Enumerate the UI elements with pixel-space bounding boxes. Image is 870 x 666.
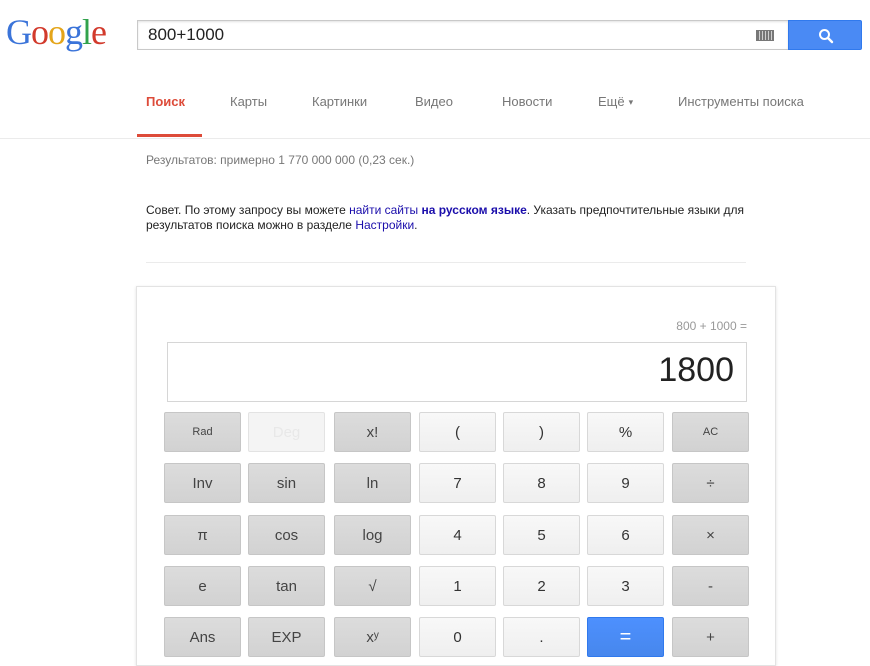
add-key[interactable]: + [672, 617, 749, 657]
digit-4-key[interactable]: 4 [419, 515, 496, 555]
find-russian-sites-link[interactable]: найти сайты на русском языке [349, 203, 527, 217]
active-tab-indicator [137, 134, 202, 137]
clear-key[interactable]: AC [672, 412, 749, 452]
ans-key[interactable]: Ans [164, 617, 241, 657]
log-key[interactable]: log [334, 515, 411, 555]
settings-link[interactable]: Настройки [355, 218, 414, 232]
divider [146, 262, 746, 263]
tab-search-tools[interactable]: Инструменты поиска [678, 94, 804, 109]
digit-7-key[interactable]: 7 [419, 463, 496, 503]
open-paren-key[interactable]: ( [419, 412, 496, 452]
digit-3-key[interactable]: 3 [587, 566, 664, 606]
tab-images[interactable]: Картинки [312, 94, 367, 109]
decimal-key[interactable]: . [503, 617, 580, 657]
search-input[interactable] [148, 21, 748, 49]
rad-key[interactable]: Rad [164, 412, 241, 452]
ln-key[interactable]: ln [334, 463, 411, 503]
link-bold-text: на русском языке [421, 203, 527, 217]
calc-result: 1800 [658, 351, 734, 389]
digit-9-key[interactable]: 9 [587, 463, 664, 503]
calculator: 800 + 1000 = 1800 Rad Deg x!()% AC Inv sin ln 7… [136, 286, 776, 666]
search-box [137, 20, 788, 50]
digit-8-key[interactable]: 8 [503, 463, 580, 503]
calc-history: 800 + 1000 = [676, 319, 747, 333]
percent-key[interactable]: % [587, 412, 664, 452]
pi-key[interactable]: π [164, 515, 241, 555]
tab-news[interactable]: Новости [502, 94, 552, 109]
tan-key[interactable]: tan [248, 566, 325, 606]
tab-more-label: Ещё [598, 94, 625, 109]
sqrt-key[interactable]: √ [334, 566, 411, 606]
digit-0-key[interactable]: 0 [419, 617, 496, 657]
google-logo[interactable]: Google [6, 10, 107, 54]
subtract-key[interactable]: - [672, 566, 749, 606]
result-stats: Результатов: примерно 1 770 000 000 (0,2… [146, 153, 415, 167]
factorial-key[interactable]: x! [334, 412, 411, 452]
digit-2-key[interactable]: 2 [503, 566, 580, 606]
deg-key[interactable]: Deg [248, 412, 325, 452]
chevron-down-icon: ▾ [628, 97, 634, 107]
tip-prefix: Совет. По этому запросу вы можете [146, 203, 350, 217]
calc-display: 1800 [167, 342, 747, 402]
cos-key[interactable]: cos [248, 515, 325, 555]
link-text: найти сайты [349, 203, 422, 217]
digit-6-key[interactable]: 6 [587, 515, 664, 555]
sin-key[interactable]: sin [248, 463, 325, 503]
keyboard-icon[interactable] [756, 30, 774, 41]
exp-key[interactable]: EXP [248, 617, 325, 657]
search-nav: Поиск Карты Картинки Видео Новости Ещё ▾ … [0, 84, 870, 139]
inv-key[interactable]: Inv [164, 463, 241, 503]
equals-key[interactable]: = [587, 617, 664, 657]
digit-1-key[interactable]: 1 [419, 566, 496, 606]
power-key[interactable]: xʸ [334, 617, 411, 657]
search-button[interactable] [788, 20, 862, 50]
tab-more[interactable]: Ещё ▾ [598, 94, 633, 109]
multiply-key[interactable]: × [672, 515, 749, 555]
tab-search[interactable]: Поиск [146, 94, 185, 109]
tip-suffix: . [414, 218, 418, 232]
tab-maps[interactable]: Карты [230, 94, 267, 109]
language-tip: Совет. По этому запросу вы можете найти … [146, 203, 766, 233]
close-paren-key[interactable]: ) [503, 412, 580, 452]
digit-5-key[interactable]: 5 [503, 515, 580, 555]
divide-key[interactable]: ÷ [672, 463, 749, 503]
tab-video[interactable]: Видео [415, 94, 453, 109]
search-icon [819, 29, 834, 44]
e-key[interactable]: e [164, 566, 241, 606]
